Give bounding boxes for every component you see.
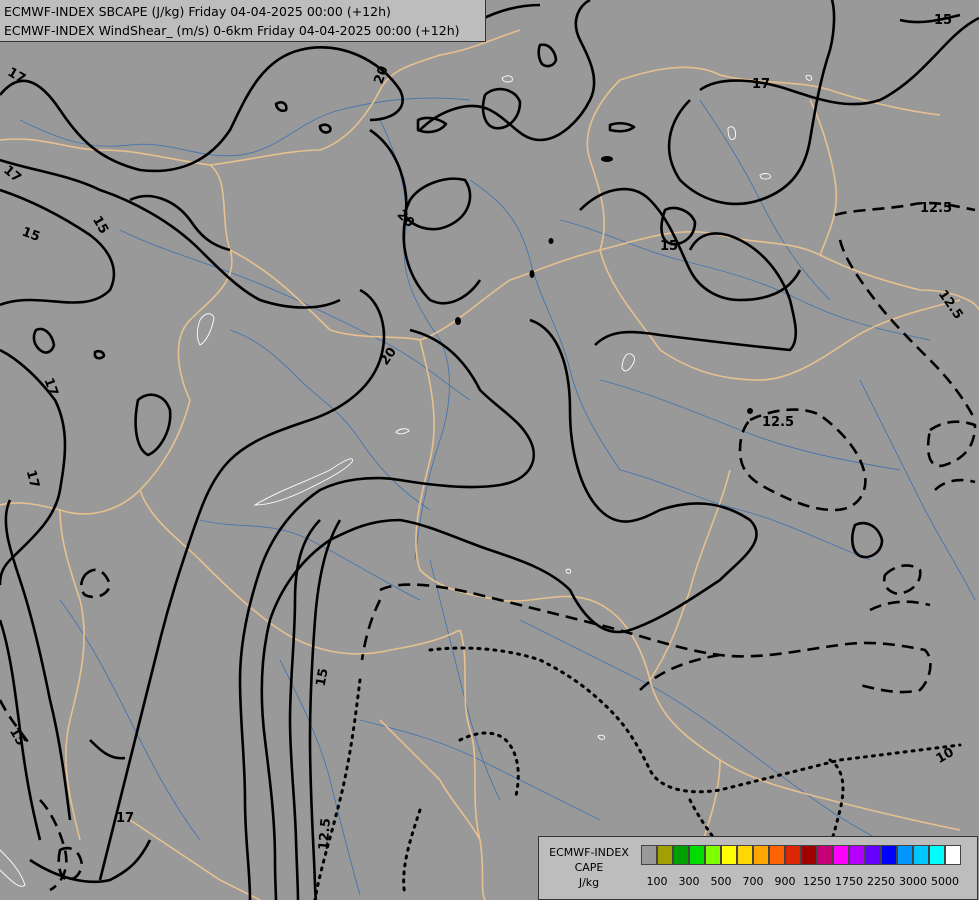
contour-label: 17 — [116, 811, 134, 826]
legend-swatch — [753, 845, 769, 865]
contour-label: 15 — [314, 667, 332, 687]
legend-tick-label: 1250 — [803, 875, 831, 888]
legend-swatch — [785, 845, 801, 865]
legend-tick-label: 3000 — [899, 875, 927, 888]
contour-label: 17 — [752, 77, 770, 92]
contour-label: 12.5 — [920, 201, 952, 216]
legend-color-scale — [641, 845, 961, 865]
cape-legend: ECMWF-INDEX CAPE J/kg 100 300 500 700 900 125… — [538, 836, 978, 900]
legend-tick-label: 900 — [774, 875, 796, 888]
legend-swatch — [705, 845, 721, 865]
contour-label: 15 — [660, 239, 678, 254]
contour-label: 12.5 — [762, 415, 794, 430]
legend-tick-label: 300 — [678, 875, 700, 888]
legend-swatch — [945, 845, 961, 865]
windshear-title: ECMWF-INDEX WindShear_ (m/s) 0-6km Frida… — [4, 23, 460, 38]
legend-title-line: J/kg — [578, 876, 600, 889]
legend-swatch — [769, 845, 785, 865]
legend-swatch — [833, 845, 849, 865]
legend-title: ECMWF-INDEX CAPE J/kg — [543, 845, 635, 890]
legend-swatch — [929, 845, 945, 865]
legend-tick-labels: 100 300 500 700 900 1250 1750 2250 3000 5000 — [641, 875, 975, 891]
legend-swatch — [913, 845, 929, 865]
contour-label: 12.5 — [316, 818, 334, 851]
legend-title-line: CAPE — [574, 861, 604, 874]
legend-tick-label: 500 — [710, 875, 732, 888]
legend-tick-label: 1750 — [835, 875, 863, 888]
legend-swatch — [641, 845, 657, 865]
legend-tick-label: 5000 — [931, 875, 959, 888]
legend-swatch — [657, 845, 673, 865]
legend-swatch — [721, 845, 737, 865]
legend-tick-label: 100 — [646, 875, 668, 888]
contour-label: 15 — [934, 13, 952, 28]
legend-tick-label: 2250 — [867, 875, 895, 888]
legend-swatch — [849, 845, 865, 865]
legend-tick-label: 700 — [742, 875, 764, 888]
legend-swatch — [673, 845, 689, 865]
legend-swatch — [737, 845, 753, 865]
legend-swatch — [801, 845, 817, 865]
legend-title-line: ECMWF-INDEX — [549, 846, 629, 859]
weather-map: 20 15 17 17 15 15 17 20 20 17 15 12.5 12… — [0, 0, 979, 900]
cape-title: ECMWF-INDEX SBCAPE (J/kg) Friday 04-04-2… — [4, 4, 391, 19]
legend-swatch — [897, 845, 913, 865]
legend-swatch — [881, 845, 897, 865]
legend-swatch — [689, 845, 705, 865]
map-title-box: ECMWF-INDEX SBCAPE (J/kg) Friday 04-04-2… — [0, 0, 486, 42]
legend-swatch — [865, 845, 881, 865]
legend-swatch — [817, 845, 833, 865]
